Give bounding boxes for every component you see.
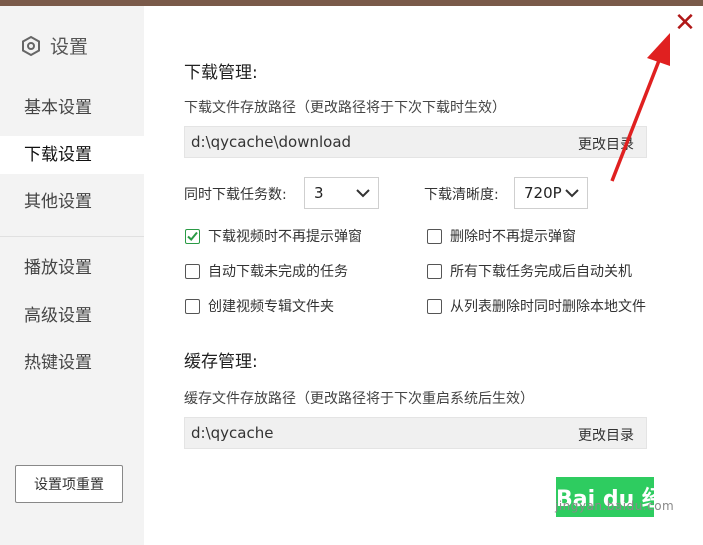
checkbox-label: 从列表删除时同时删除本地文件 bbox=[450, 299, 646, 315]
sidebar-item-basic[interactable]: 基本设置 bbox=[0, 89, 144, 127]
auto-download-unfinished-checkbox[interactable]: 自动下载未完成的任务 bbox=[185, 261, 348, 281]
sidebar-item-download[interactable]: 下载设置 bbox=[0, 136, 144, 174]
sidebar-title: 设置 bbox=[20, 32, 88, 59]
download-path-value: d:\qycache\download bbox=[191, 133, 352, 151]
watermark-site: jingyan.baidu.com bbox=[555, 499, 675, 513]
checkbox-unchecked-icon bbox=[185, 298, 200, 314]
download-quality-label: 下载清晰度: bbox=[424, 187, 499, 203]
sidebar-item-playback[interactable]: 播放设置 bbox=[0, 249, 144, 287]
checkbox-unchecked-icon bbox=[427, 263, 442, 279]
sidebar-item-advanced[interactable]: 高级设置 bbox=[0, 297, 144, 335]
sidebar-item-hotkey[interactable]: 热键设置 bbox=[0, 344, 144, 382]
sidebar-item-label: 高级设置 bbox=[24, 306, 92, 326]
cache-path-value: d:\qycache bbox=[191, 424, 274, 442]
checkbox-unchecked-icon bbox=[427, 298, 442, 314]
cache-section-title: 缓存管理: bbox=[184, 352, 258, 372]
checkbox-label: 下载视频时不再提示弹窗 bbox=[208, 229, 362, 245]
sidebar-item-label: 下载设置 bbox=[24, 145, 92, 165]
checkbox-checked-icon bbox=[185, 228, 200, 244]
sidebar-item-other[interactable]: 其他设置 bbox=[0, 183, 144, 221]
download-quality-value: 720P bbox=[524, 184, 562, 202]
checkbox-label: 创建视频专辑文件夹 bbox=[208, 299, 334, 315]
cache-path-hint: 缓存文件存放路径（更改路径将于下次重启系统后生效） bbox=[184, 391, 534, 407]
download-path-hint: 下载文件存放路径（更改路径将于下次下载时生效） bbox=[184, 100, 506, 116]
sidebar-item-label: 热键设置 bbox=[24, 353, 92, 373]
sidebar-item-label: 其他设置 bbox=[24, 192, 92, 212]
sidebar-divider bbox=[0, 236, 144, 237]
checkbox-label: 所有下载任务完成后自动关机 bbox=[450, 264, 632, 280]
settings-sidebar: 设置 基本设置 下载设置 其他设置 播放设置 高级设置 热键设置 设置项重置 bbox=[0, 6, 144, 545]
sidebar-item-label: 基本设置 bbox=[24, 98, 92, 118]
download-path-field[interactable]: d:\qycache\download 更改目录 bbox=[184, 126, 647, 158]
checkbox-label: 删除时不再提示弹窗 bbox=[450, 229, 576, 245]
chevron-down-icon bbox=[356, 189, 370, 198]
concurrent-tasks-label: 同时下载任务数: bbox=[184, 187, 287, 203]
download-quality-select[interactable]: 720P bbox=[514, 177, 588, 209]
no-popup-on-download-checkbox[interactable]: 下载视频时不再提示弹窗 bbox=[185, 226, 362, 246]
settings-hexagon-icon bbox=[22, 35, 40, 56]
sidebar-item-label: 播放设置 bbox=[24, 258, 92, 278]
create-album-folder-checkbox[interactable]: 创建视频专辑文件夹 bbox=[185, 296, 334, 316]
concurrent-tasks-value: 3 bbox=[314, 184, 324, 202]
cache-change-dir-button[interactable]: 更改目录 bbox=[578, 425, 634, 445]
download-change-dir-button[interactable]: 更改目录 bbox=[578, 134, 634, 154]
checkbox-unchecked-icon bbox=[185, 263, 200, 279]
delete-local-files-checkbox[interactable]: 从列表删除时同时删除本地文件 bbox=[427, 296, 646, 316]
no-popup-on-delete-checkbox[interactable]: 删除时不再提示弹窗 bbox=[427, 226, 576, 246]
cache-path-field[interactable]: d:\qycache 更改目录 bbox=[184, 417, 647, 449]
sidebar-title-text: 设置 bbox=[50, 36, 89, 58]
download-section-title: 下载管理: bbox=[184, 63, 258, 83]
chevron-down-icon bbox=[565, 189, 579, 198]
reset-settings-button[interactable]: 设置项重置 bbox=[15, 465, 123, 503]
checkbox-label: 自动下载未完成的任务 bbox=[208, 264, 348, 280]
concurrent-tasks-select[interactable]: 3 bbox=[304, 177, 379, 209]
close-icon[interactable]: ✕ bbox=[672, 10, 698, 36]
checkbox-unchecked-icon bbox=[427, 228, 442, 244]
shutdown-after-download-checkbox[interactable]: 所有下载任务完成后自动关机 bbox=[427, 261, 632, 281]
